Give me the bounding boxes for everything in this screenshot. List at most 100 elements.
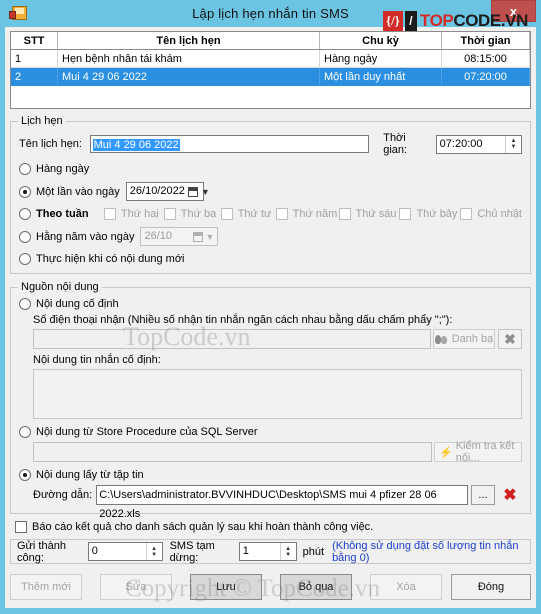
column-header-name[interactable]: Tên lịch hẹn bbox=[57, 32, 320, 50]
checkbox-saturday-box bbox=[399, 208, 412, 220]
lightning-icon: ⚡ bbox=[439, 446, 453, 459]
checkbox-tuesday-box bbox=[163, 208, 176, 220]
checkbox-monday[interactable]: Thứ hai bbox=[103, 208, 164, 220]
schedule-name-input[interactable]: Mui 4 29 06 2022 bbox=[89, 135, 370, 153]
radio-on-new-content[interactable]: Thực hiện khi có nội dung mới bbox=[19, 253, 184, 265]
pause-note: (Không sử dụng đặt số lượng tin nhắn bằn… bbox=[332, 539, 519, 564]
logo-brace-icon: {/} bbox=[382, 11, 403, 31]
yearly-date-picker[interactable]: 26/10 ▼ bbox=[140, 227, 219, 246]
clear-phones-button[interactable]: ✖ bbox=[498, 329, 522, 349]
close-button[interactable]: Đóng bbox=[451, 574, 531, 600]
radio-file-content-dot bbox=[19, 469, 31, 481]
pause-input[interactable]: 1 ▲ ▼ bbox=[238, 542, 297, 561]
calendar-dropdown-icons-yearly[interactable]: ▼ bbox=[192, 231, 218, 242]
checkbox-tuesday[interactable]: Thứ ba bbox=[163, 208, 221, 220]
window-title: Lập lịch hẹn nhắn tin SMS bbox=[192, 6, 349, 21]
schedule-time-label: Thời gian: bbox=[383, 132, 408, 156]
radio-file-content[interactable]: Nội dung lấy từ tập tin bbox=[19, 469, 144, 481]
status-bar: Gửi thành công: 0 ▲ ▼ SMS tạm dừng: 1 ▲ ▼ … bbox=[10, 539, 531, 564]
column-header-stt[interactable]: STT bbox=[11, 32, 58, 50]
pause-label: SMS tạm dừng: bbox=[169, 539, 215, 564]
cell-time: 07:20:00 bbox=[441, 67, 530, 86]
checkbox-wednesday-label: Thứ tư bbox=[237, 208, 272, 220]
file-path-label: Đường dẫn: bbox=[33, 489, 93, 501]
cell-stt: 2 bbox=[11, 67, 58, 86]
report-result-checkbox[interactable]: Báo cáo kết quả cho danh sách quản lý sa… bbox=[15, 521, 373, 533]
topcode-logo: {/} / TOPCODE.VN bbox=[382, 11, 529, 31]
checkbox-sunday-label: Chủ nhật bbox=[477, 208, 522, 220]
delete-button[interactable]: Xóa bbox=[370, 574, 442, 600]
save-button[interactable]: Lưu bbox=[190, 574, 262, 600]
schedule-group: Lịch hẹn Tên lịch hẹn: Mui 4 29 06 2022 … bbox=[10, 115, 531, 274]
sms-schedule-window: Lập lịch hẹn nhắn tin SMS x {/} / TOPCOD… bbox=[0, 0, 541, 614]
cell-name: Mui 4 29 06 2022 bbox=[57, 67, 320, 86]
checkbox-saturday[interactable]: Thứ bảy bbox=[399, 208, 460, 220]
radio-once-dot bbox=[19, 185, 31, 198]
test-connection-button[interactable]: ⚡ Kiểm tra kết nối... bbox=[434, 440, 522, 464]
sent-count-value: 0 bbox=[91, 545, 98, 557]
content-source-legend: Nguồn nội dung bbox=[18, 281, 102, 293]
add-new-button[interactable]: Thêm mới bbox=[10, 574, 82, 600]
radio-daily[interactable]: Hàng ngày bbox=[19, 163, 89, 175]
radio-on-new-content-label: Thực hiện khi có nội dung mới bbox=[36, 253, 185, 265]
schedule-group-legend: Lịch hẹn bbox=[18, 115, 66, 127]
checkbox-friday[interactable]: Thứ sáu bbox=[338, 208, 400, 220]
radio-yearly[interactable]: Hằng năm vào ngày bbox=[19, 230, 134, 243]
calendar-dropdown-icons[interactable]: ▼ bbox=[187, 186, 213, 197]
app-icon bbox=[9, 6, 27, 20]
calendar-icon bbox=[187, 186, 198, 197]
checkbox-wednesday[interactable]: Thứ tư bbox=[220, 208, 276, 220]
once-date-picker[interactable]: 26/10/2022 ▼ bbox=[125, 182, 210, 201]
edit-button[interactable]: Sửa bbox=[100, 574, 172, 600]
logo-wordmark: TOPCODE.VN bbox=[420, 11, 529, 31]
logo-slash-icon: / bbox=[404, 11, 417, 31]
radio-yearly-dot bbox=[19, 230, 31, 243]
pause-value: 1 bbox=[242, 545, 249, 557]
pause-spinner[interactable]: ▲ ▼ bbox=[279, 543, 296, 560]
radio-weekly[interactable]: Theo tuần bbox=[19, 208, 104, 220]
radio-once[interactable]: Một lần vào ngày bbox=[19, 185, 120, 198]
phone-numbers-input[interactable] bbox=[33, 329, 431, 349]
once-date-value: 26/10/2022 bbox=[129, 185, 185, 197]
report-result-checkbox-box bbox=[15, 521, 27, 533]
checkbox-tuesday-label: Thứ ba bbox=[180, 208, 217, 220]
radio-sql-content-dot bbox=[19, 426, 31, 438]
column-header-time[interactable]: Thời gian bbox=[441, 32, 530, 50]
checkbox-monday-label: Thứ hai bbox=[120, 208, 159, 220]
radio-file-content-label: Nội dung lấy từ tập tin bbox=[36, 469, 144, 481]
schedule-time-input[interactable]: 07:20:00 ▲ ▼ bbox=[435, 134, 523, 154]
remove-file-button[interactable]: ✖ bbox=[498, 485, 522, 505]
cancel-button[interactable]: Bỏ qua bbox=[280, 574, 352, 600]
radio-fixed-content-dot bbox=[19, 298, 31, 310]
sql-connection-input[interactable] bbox=[33, 442, 432, 462]
sent-count-input[interactable]: 0 ▲ ▼ bbox=[87, 542, 163, 561]
schedule-time-value: 07:20:00 bbox=[439, 137, 483, 150]
table-row[interactable]: 2 Mui 4 29 06 2022 Một lần duy nhất 07:2… bbox=[11, 67, 530, 86]
schedule-name-value: Mui 4 29 06 2022 bbox=[92, 139, 180, 151]
contacts-button[interactable]: Danh bạ bbox=[433, 329, 495, 349]
radio-once-label: Một lần vào ngày bbox=[36, 185, 120, 198]
action-button-bar: Thêm mới Sửa Lưu Bỏ qua Xóa Đóng bbox=[10, 572, 531, 602]
fixed-message-textarea[interactable] bbox=[33, 369, 522, 419]
checkbox-saturday-label: Thứ bảy bbox=[416, 208, 458, 220]
test-connection-label: Kiểm tra kết nối... bbox=[455, 440, 515, 464]
cell-stt: 1 bbox=[11, 49, 58, 68]
fixed-message-label: Nội dung tin nhắn cố định: bbox=[33, 354, 161, 366]
checkbox-thursday-label: Thứ năm bbox=[292, 208, 338, 220]
table-row[interactable]: 1 Hẹn bệnh nhân tái khám Hàng ngày 08:15… bbox=[11, 49, 530, 68]
browse-file-button[interactable]: ... bbox=[471, 485, 495, 505]
checkbox-thursday[interactable]: Thứ năm bbox=[275, 208, 339, 220]
column-header-cycle[interactable]: Chu kỳ bbox=[319, 32, 442, 50]
contacts-button-label: Danh bạ bbox=[451, 333, 494, 345]
sent-count-spinner[interactable]: ▲ ▼ bbox=[145, 543, 162, 560]
time-spinner-arrows[interactable]: ▲ ▼ bbox=[505, 135, 522, 153]
calendar-icon bbox=[192, 231, 203, 242]
schedule-grid[interactable]: STT Tên lịch hẹn Chu kỳ Thời gian 1 Hẹn … bbox=[10, 31, 531, 109]
radio-fixed-content-label: Nội dung cố định bbox=[36, 298, 119, 310]
radio-weekly-dot bbox=[19, 208, 31, 220]
checkbox-sunday[interactable]: Chủ nhật bbox=[460, 208, 522, 220]
radio-sql-content[interactable]: Nội dung từ Store Procedure của SQL Serv… bbox=[19, 426, 258, 438]
radio-fixed-content[interactable]: Nội dung cố định bbox=[19, 298, 119, 310]
logo-code-text: CODE.VN bbox=[453, 11, 528, 30]
file-path-input[interactable]: C:\Users\administrator.BVVINHDUC\Desktop… bbox=[96, 485, 468, 520]
